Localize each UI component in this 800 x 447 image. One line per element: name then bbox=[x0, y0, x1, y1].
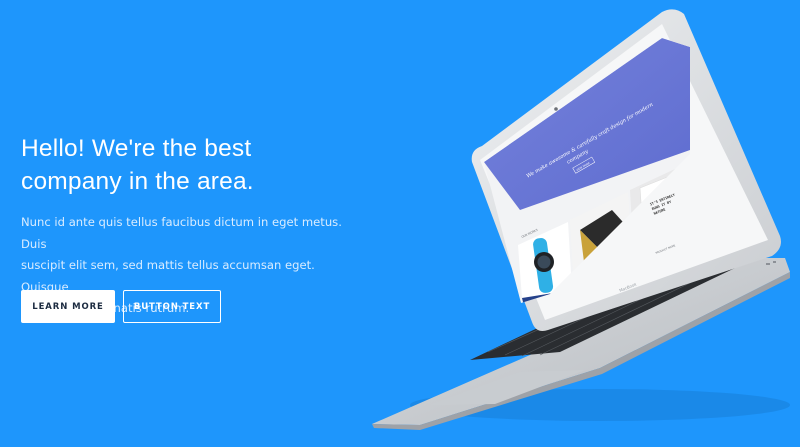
laptop-mockup: We make awesome & carefully craft design… bbox=[372, 9, 790, 430]
usb-port bbox=[766, 263, 770, 265]
camera-dot bbox=[554, 107, 558, 111]
audio-port bbox=[773, 261, 776, 263]
